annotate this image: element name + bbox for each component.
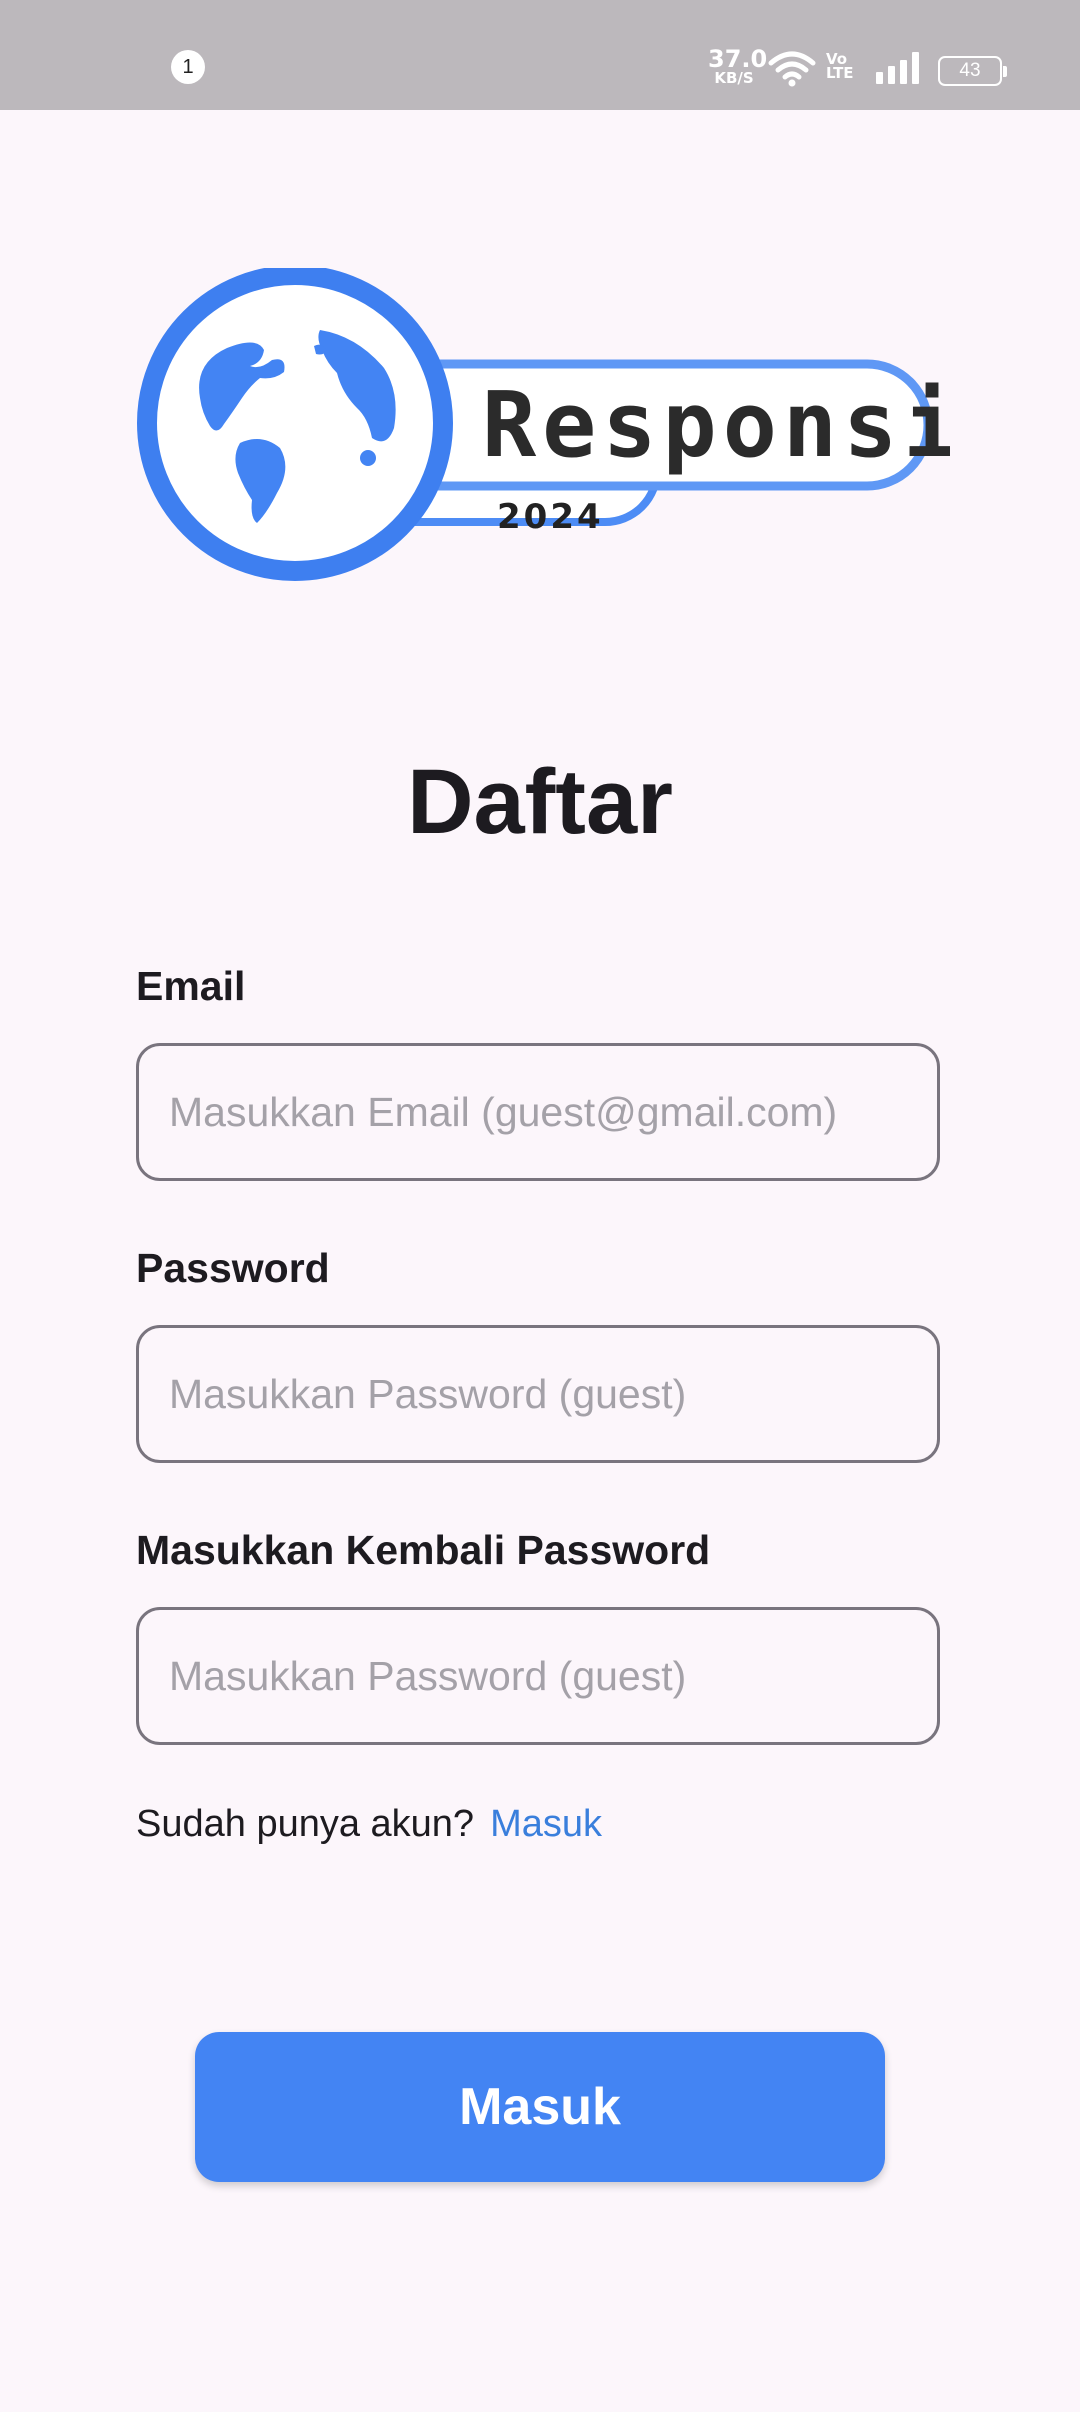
- volte-line2: LTE: [826, 64, 854, 82]
- email-field[interactable]: Masukkan Email (guest@gmail.com): [136, 1043, 940, 1181]
- signal-icon: [876, 52, 919, 84]
- volte-indicator: Vo LTE: [826, 52, 854, 82]
- status-bar: 1 37.0 KB/S Vo LTE 43: [0, 0, 1080, 110]
- password-field[interactable]: Masukkan Password (guest): [136, 1325, 940, 1463]
- confirm-password-label: Masukkan Kembali Password: [136, 1527, 711, 1573]
- confirm-password-placeholder: Masukkan Password (guest): [169, 1653, 687, 1699]
- email-label: Email: [136, 963, 246, 1009]
- notification-badge: 1: [171, 50, 205, 84]
- network-speed: 37.0 KB/S: [708, 45, 768, 87]
- submit-button[interactable]: Masuk: [195, 2032, 885, 2182]
- wifi-icon: [768, 51, 816, 87]
- password-label: Password: [136, 1245, 330, 1291]
- password-placeholder: Masukkan Password (guest): [169, 1371, 687, 1417]
- logo-word: Responsi: [482, 373, 950, 478]
- responsi-logo: Responsi 2024: [137, 268, 950, 581]
- logo-year: 2024: [497, 497, 604, 537]
- confirm-password-field[interactable]: Masukkan Password (guest): [136, 1607, 940, 1745]
- email-placeholder: Masukkan Email (guest@gmail.com): [169, 1089, 838, 1135]
- signin-prompt: Sudah punya akun? Masuk: [136, 1803, 602, 1846]
- page-title: Daftar: [407, 751, 673, 853]
- signin-prompt-text: Sudah punya akun?: [136, 1803, 475, 1845]
- battery-icon: 43: [938, 56, 1007, 86]
- signin-link[interactable]: Masuk: [490, 1803, 602, 1845]
- network-speed-value: 37.0: [708, 45, 768, 73]
- network-speed-unit: KB/S: [714, 69, 754, 87]
